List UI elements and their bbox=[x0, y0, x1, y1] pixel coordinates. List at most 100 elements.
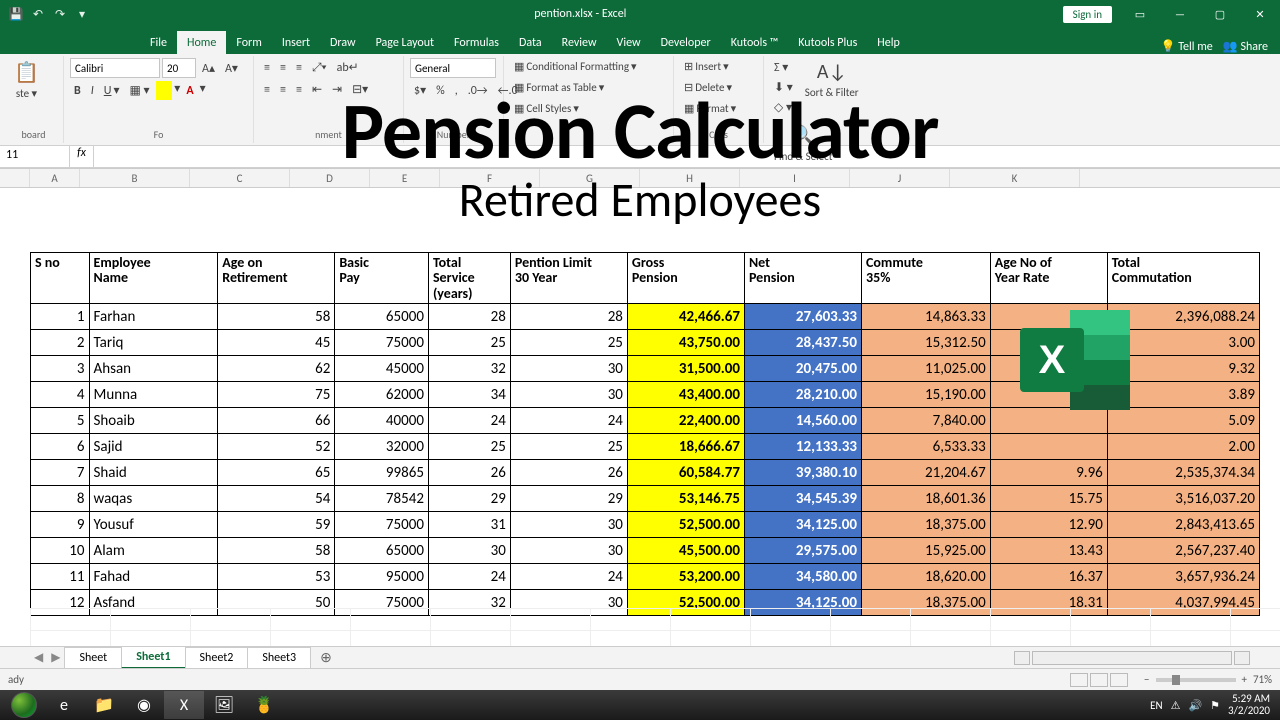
tray-lang[interactable]: EN bbox=[1150, 699, 1162, 712]
fill-icon[interactable]: ⬇ ▾ bbox=[770, 78, 797, 97]
taskbar-chrome-icon[interactable]: ◉ bbox=[124, 691, 164, 719]
save-icon[interactable]: 💾 bbox=[8, 6, 24, 22]
col-header-B[interactable]: B bbox=[80, 169, 190, 187]
tab-help[interactable]: Help bbox=[867, 31, 910, 54]
undo-icon[interactable]: ↶ bbox=[30, 6, 46, 22]
taskbar-photos-icon[interactable]: 🖼 bbox=[204, 691, 244, 719]
tab-home[interactable]: Home bbox=[177, 31, 226, 54]
table-row[interactable]: 6Sajid5232000252518,666.6712,133.336,533… bbox=[31, 434, 1260, 460]
percent-icon[interactable]: % bbox=[432, 81, 449, 100]
minimize-button[interactable]: — bbox=[1160, 0, 1200, 28]
page-layout-view-icon[interactable] bbox=[1090, 673, 1108, 687]
wrap-text-button[interactable]: ab↵ bbox=[333, 58, 363, 77]
align-center-icon[interactable]: ≡ bbox=[276, 80, 290, 99]
table-row[interactable]: 11Fahad5395000242453,200.0034,580.0018,6… bbox=[31, 564, 1260, 590]
tray-volume-icon[interactable]: 🔊 bbox=[1188, 699, 1202, 712]
border-button[interactable]: ▦ ▾ bbox=[126, 81, 154, 100]
col-header-I[interactable]: I bbox=[740, 169, 850, 187]
align-right-icon[interactable]: ≡ bbox=[292, 80, 306, 99]
merge-button[interactable]: ⊟▾ bbox=[348, 80, 372, 99]
sheet-tab-sheet[interactable]: Sheet bbox=[64, 647, 122, 668]
sort-filter-button[interactable]: A↓Sort & Filter bbox=[801, 58, 863, 101]
tab-page-layout[interactable]: Page Layout bbox=[366, 31, 444, 54]
font-size-select[interactable] bbox=[162, 58, 196, 78]
align-mid-icon[interactable]: ≡ bbox=[276, 58, 290, 77]
currency-icon[interactable]: $▾ bbox=[410, 81, 430, 100]
zoom-level[interactable]: 71% bbox=[1253, 673, 1272, 686]
table-row[interactable]: 10Alam5865000303045,500.0029,575.0015,92… bbox=[31, 538, 1260, 564]
table-row[interactable]: 9Yousuf5975000313052,500.0034,125.0018,3… bbox=[31, 512, 1260, 538]
name-box[interactable]: 11 bbox=[0, 146, 70, 167]
tray-flag-icon[interactable]: ⚑ bbox=[1210, 699, 1220, 712]
tab-review[interactable]: Review bbox=[552, 31, 607, 54]
tab-nav-prev-icon[interactable]: ◀ bbox=[30, 650, 47, 665]
sign-in-button[interactable]: Sign in bbox=[1063, 6, 1112, 23]
col-header-K[interactable]: K bbox=[950, 169, 1080, 187]
increase-font-icon[interactable]: A▴ bbox=[198, 58, 219, 78]
comma-icon[interactable]: , bbox=[451, 81, 462, 100]
hscroll-track[interactable] bbox=[1032, 651, 1232, 665]
conditional-formatting-button[interactable]: ▦ Conditional Formatting ▾ bbox=[510, 58, 641, 75]
new-sheet-button[interactable]: ⊕ bbox=[310, 649, 342, 666]
fill-color-button[interactable] bbox=[156, 81, 173, 100]
orientation-icon[interactable]: ⤢▾ bbox=[308, 58, 331, 77]
tab-insert[interactable]: Insert bbox=[272, 31, 320, 54]
pension-table[interactable]: S noEmployeeNameAge onRetirementBasicPay… bbox=[30, 252, 1260, 616]
font-name-select[interactable] bbox=[70, 58, 160, 78]
hscroll-left-icon[interactable] bbox=[1014, 651, 1030, 665]
sheet-tab-sheet1[interactable]: Sheet1 bbox=[121, 646, 185, 669]
taskbar-app-icon[interactable]: 🍍 bbox=[244, 691, 284, 719]
zoom-out-icon[interactable]: − bbox=[1144, 673, 1149, 686]
insert-cells-button[interactable]: ⊞ Insert ▾ bbox=[680, 58, 733, 75]
bold-button[interactable]: B bbox=[70, 81, 85, 100]
redo-icon[interactable]: ↷ bbox=[52, 6, 68, 22]
zoom-slider[interactable] bbox=[1156, 678, 1236, 682]
tab-data[interactable]: Data bbox=[509, 31, 552, 54]
inc-decimal-icon[interactable]: .0→ bbox=[464, 81, 492, 100]
zoom-in-icon[interactable]: + bbox=[1242, 673, 1247, 686]
table-row[interactable]: 8waqas5478542292953,146.7534,545.3918,60… bbox=[31, 486, 1260, 512]
share-button[interactable]: Share bbox=[1223, 39, 1268, 54]
taskbar-ie-icon[interactable]: e bbox=[44, 691, 84, 719]
font-color-button[interactable]: A bbox=[182, 81, 197, 100]
autosum-icon[interactable]: Σ ▾ bbox=[770, 58, 797, 77]
tray-clock[interactable]: 5:29 AM3/2/2020 bbox=[1228, 693, 1270, 717]
align-top-icon[interactable]: ≡ bbox=[260, 58, 274, 77]
number-format-select[interactable] bbox=[410, 58, 496, 78]
hscroll-right-icon[interactable] bbox=[1234, 651, 1250, 665]
col-header-A[interactable]: A bbox=[30, 169, 80, 187]
taskbar-explorer-icon[interactable]: 📁 bbox=[84, 691, 124, 719]
tab-formulas[interactable]: Formulas bbox=[444, 31, 509, 54]
tab-kutools-plus[interactable]: Kutools Plus bbox=[788, 31, 867, 54]
formula-input[interactable] bbox=[94, 146, 1280, 167]
ribbon-options-icon[interactable]: ▭ bbox=[1120, 0, 1160, 28]
col-header-E[interactable]: E bbox=[370, 169, 440, 187]
col-header-D[interactable]: D bbox=[290, 169, 370, 187]
indent-dec-icon[interactable]: ⇤ bbox=[308, 80, 326, 99]
indent-inc-icon[interactable]: ⇥ bbox=[328, 80, 346, 99]
paste-button[interactable]: 📋ste ▾ bbox=[10, 58, 43, 102]
cell-styles-button[interactable]: ▦ Cell Styles ▾ bbox=[510, 100, 583, 117]
delete-cells-button[interactable]: ⊟ Delete ▾ bbox=[680, 79, 736, 96]
underline-button[interactable]: U ▾ bbox=[100, 81, 124, 100]
col-header-C[interactable]: C bbox=[190, 169, 290, 187]
column-headers[interactable]: ABCDEFGHIJK bbox=[0, 168, 1280, 188]
table-row[interactable]: 7Shaid6599865262660,584.7739,380.1021,20… bbox=[31, 460, 1260, 486]
tab-view[interactable]: View bbox=[607, 31, 651, 54]
col-header-H[interactable]: H bbox=[640, 169, 740, 187]
italic-button[interactable]: I bbox=[87, 81, 98, 100]
table-row[interactable]: 5Shoaib6640000242422,400.0014,560.007,84… bbox=[31, 408, 1260, 434]
start-button[interactable] bbox=[4, 690, 44, 720]
worksheet[interactable]: ABCDEFGHIJK S noEmployeeNameAge onRetire… bbox=[0, 168, 1280, 668]
tell-me-button[interactable]: 💡 Tell me bbox=[1161, 39, 1213, 54]
col-header-G[interactable]: G bbox=[540, 169, 640, 187]
page-break-view-icon[interactable] bbox=[1110, 673, 1128, 687]
taskbar-excel-icon[interactable]: X bbox=[164, 691, 204, 719]
align-left-icon[interactable]: ≡ bbox=[260, 80, 274, 99]
close-button[interactable]: ✕ bbox=[1240, 0, 1280, 28]
align-bot-icon[interactable]: ≡ bbox=[292, 58, 306, 77]
format-cells-button[interactable]: ▦ Format ▾ bbox=[680, 100, 740, 117]
tray-network-icon[interactable]: ⚠ bbox=[1171, 699, 1181, 712]
fx-icon[interactable]: fx bbox=[70, 146, 94, 167]
tab-draw[interactable]: Draw bbox=[320, 31, 366, 54]
